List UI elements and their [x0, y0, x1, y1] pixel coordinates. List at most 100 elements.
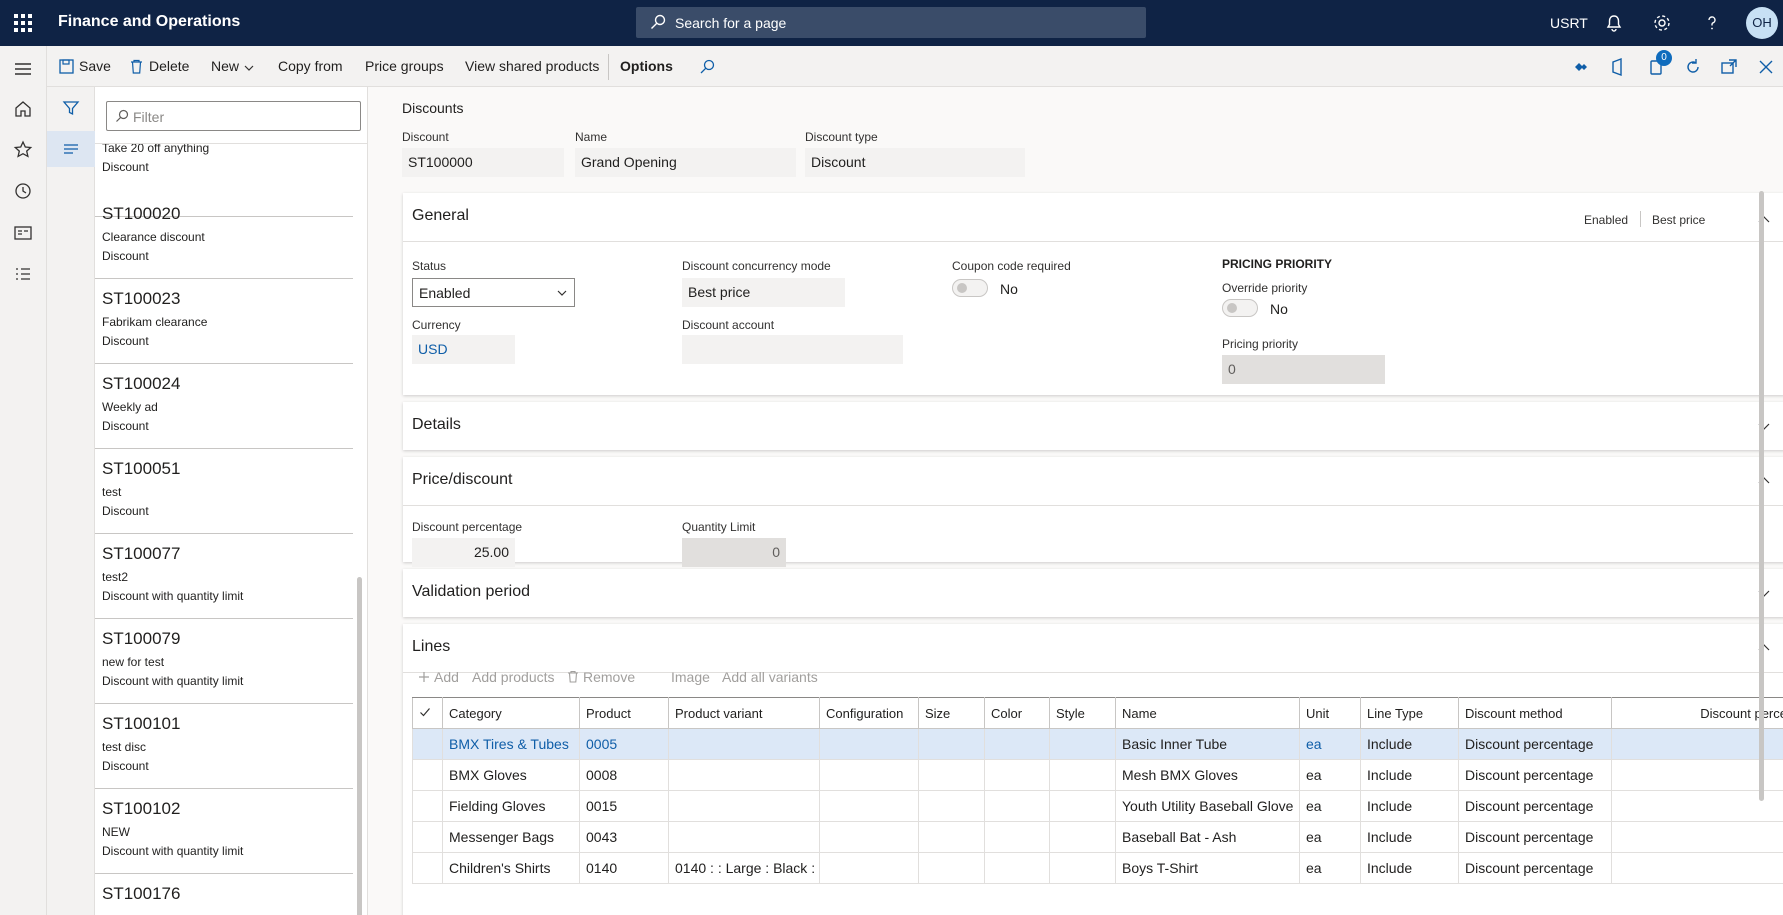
- cell-discount-percentage[interactable]: [1611, 821, 1783, 853]
- column-header-configuration[interactable]: Configuration: [819, 697, 919, 729]
- list-item[interactable]: ST100079 new for test Discount with quan…: [95, 619, 353, 704]
- cell-discount-percentage[interactable]: [1611, 852, 1783, 884]
- validation-period-section[interactable]: Validation period: [403, 569, 1783, 617]
- cell-unit[interactable]: ea: [1299, 821, 1361, 853]
- cell-line-type[interactable]: Include: [1360, 728, 1459, 760]
- cell-category[interactable]: BMX Tires & Tubes: [442, 728, 580, 760]
- add-line-button[interactable]: Add: [418, 669, 459, 685]
- column-header-style[interactable]: Style: [1049, 697, 1116, 729]
- workspaces-icon[interactable]: [12, 222, 34, 244]
- row-selector[interactable]: [412, 790, 443, 822]
- options-tab[interactable]: Options: [620, 58, 673, 74]
- table-row[interactable]: BMX Tires & Tubes 0005 Basic Inner Tube …: [412, 728, 1783, 760]
- company-picker[interactable]: USRT: [1550, 15, 1588, 31]
- currency-field[interactable]: USD: [412, 335, 515, 364]
- cell-category[interactable]: BMX Gloves: [442, 759, 580, 791]
- column-header-product-variant[interactable]: Product variant: [668, 697, 820, 729]
- override-priority-toggle[interactable]: [1222, 299, 1258, 317]
- search-actions-icon[interactable]: [697, 58, 717, 78]
- hamburger-menu-icon[interactable]: [12, 58, 34, 80]
- table-row[interactable]: Messenger Bags 0043 Baseball Bat - Ash e…: [412, 821, 1783, 853]
- lines-title[interactable]: Lines: [412, 638, 450, 656]
- view-shared-products-button[interactable]: View shared products: [465, 58, 599, 74]
- cell-category[interactable]: Fielding Gloves: [442, 790, 580, 822]
- details-section[interactable]: Details: [403, 402, 1783, 450]
- cell-unit[interactable]: ea: [1299, 759, 1361, 791]
- copy-from-button[interactable]: Copy from: [278, 58, 343, 74]
- column-header-line-type[interactable]: Line Type: [1360, 697, 1459, 729]
- cell-line-type[interactable]: Include: [1360, 821, 1459, 853]
- main-scrollbar[interactable]: [1759, 191, 1764, 801]
- add-products-button[interactable]: Add products: [472, 669, 555, 685]
- column-header-size[interactable]: Size: [918, 697, 985, 729]
- image-button[interactable]: Image: [671, 669, 710, 685]
- power-apps-icon[interactable]: [1571, 57, 1591, 77]
- cell-unit[interactable]: ea: [1299, 790, 1361, 822]
- open-new-window-icon[interactable]: [1719, 57, 1739, 77]
- cell-category[interactable]: Children's Shirts: [442, 852, 580, 884]
- list-item[interactable]: ST100176: [95, 874, 353, 915]
- home-icon[interactable]: [12, 98, 34, 120]
- app-launcher-icon[interactable]: [14, 14, 32, 32]
- add-all-variants-button[interactable]: Add all variants: [722, 669, 818, 685]
- cell-product[interactable]: 0140: [579, 852, 669, 884]
- general-title[interactable]: General: [412, 207, 469, 225]
- modules-list-icon[interactable]: [12, 263, 34, 285]
- column-header-unit[interactable]: Unit: [1299, 697, 1361, 729]
- list-item[interactable]: ST100077 test2 Discount with quantity li…: [95, 534, 353, 619]
- bell-icon[interactable]: [1604, 13, 1624, 33]
- list-scrollbar[interactable]: [357, 577, 362, 915]
- list-item[interactable]: ST100024 Weekly ad Discount: [95, 364, 353, 449]
- help-icon[interactable]: [1702, 13, 1722, 33]
- delete-button[interactable]: Delete: [129, 58, 189, 74]
- details-title[interactable]: Details: [412, 416, 461, 434]
- favorites-star-icon[interactable]: [12, 139, 34, 161]
- close-icon[interactable]: [1756, 57, 1776, 77]
- gear-icon[interactable]: [1652, 13, 1672, 33]
- row-selector[interactable]: [412, 852, 443, 884]
- concurrency-mode-field[interactable]: Best price: [682, 278, 845, 307]
- column-header-category[interactable]: Category: [442, 697, 580, 729]
- cell-unit[interactable]: ea: [1299, 852, 1361, 884]
- price-discount-title[interactable]: Price/discount: [412, 471, 513, 489]
- cell-discount-method[interactable]: Discount percentage: [1458, 759, 1612, 791]
- new-button[interactable]: New: [211, 58, 260, 74]
- cell-discount-method[interactable]: Discount percentage: [1458, 790, 1612, 822]
- cell-product[interactable]: 0008: [579, 759, 669, 791]
- avatar[interactable]: OH: [1746, 7, 1778, 39]
- list-item[interactable]: ST100051 test Discount: [95, 449, 353, 534]
- validation-period-title[interactable]: Validation period: [412, 583, 530, 601]
- column-header-discount-method[interactable]: Discount method: [1458, 697, 1612, 729]
- list-item[interactable]: ST100101 test disc Discount: [95, 704, 353, 789]
- cell-line-type[interactable]: Include: [1360, 852, 1459, 884]
- filter-input[interactable]: Filter: [106, 101, 361, 131]
- table-row[interactable]: Fielding Gloves 0015 Youth Utility Baseb…: [412, 790, 1783, 822]
- list-item[interactable]: ST100102 NEW Discount with quantity limi…: [95, 789, 353, 874]
- cell-discount-method[interactable]: Discount percentage: [1458, 821, 1612, 853]
- remove-line-button[interactable]: Remove: [567, 669, 635, 685]
- cell-category[interactable]: Messenger Bags: [442, 821, 580, 853]
- discount-id-field[interactable]: ST100000: [402, 148, 564, 177]
- cell-discount-method[interactable]: Discount percentage: [1458, 728, 1612, 760]
- cell-unit[interactable]: ea: [1299, 728, 1361, 760]
- office-icon[interactable]: [1608, 57, 1628, 77]
- recent-clock-icon[interactable]: [12, 180, 34, 202]
- name-field[interactable]: Grand Opening: [575, 148, 796, 177]
- price-groups-button[interactable]: Price groups: [365, 58, 444, 74]
- cell-line-type[interactable]: Include: [1360, 790, 1459, 822]
- search-input[interactable]: Search for a page: [636, 7, 1146, 38]
- filter-icon[interactable]: [62, 99, 80, 117]
- cell-product[interactable]: 0043: [579, 821, 669, 853]
- column-header-color[interactable]: Color: [984, 697, 1050, 729]
- status-select[interactable]: Enabled: [412, 278, 575, 307]
- list-item[interactable]: ST100023 Fabrikam clearance Discount: [95, 279, 353, 364]
- select-all-checkbox[interactable]: [412, 697, 443, 729]
- cell-product[interactable]: 0005: [579, 728, 669, 760]
- list-view-toggle[interactable]: [47, 131, 95, 167]
- column-header-name[interactable]: Name: [1115, 697, 1300, 729]
- table-row[interactable]: BMX Gloves 0008 Mesh BMX Gloves ea Inclu…: [412, 759, 1783, 791]
- refresh-icon[interactable]: [1683, 57, 1703, 77]
- save-button[interactable]: Save: [59, 58, 111, 74]
- cell-discount-method[interactable]: Discount percentage: [1458, 852, 1612, 884]
- cell-discount-percentage[interactable]: [1611, 728, 1783, 760]
